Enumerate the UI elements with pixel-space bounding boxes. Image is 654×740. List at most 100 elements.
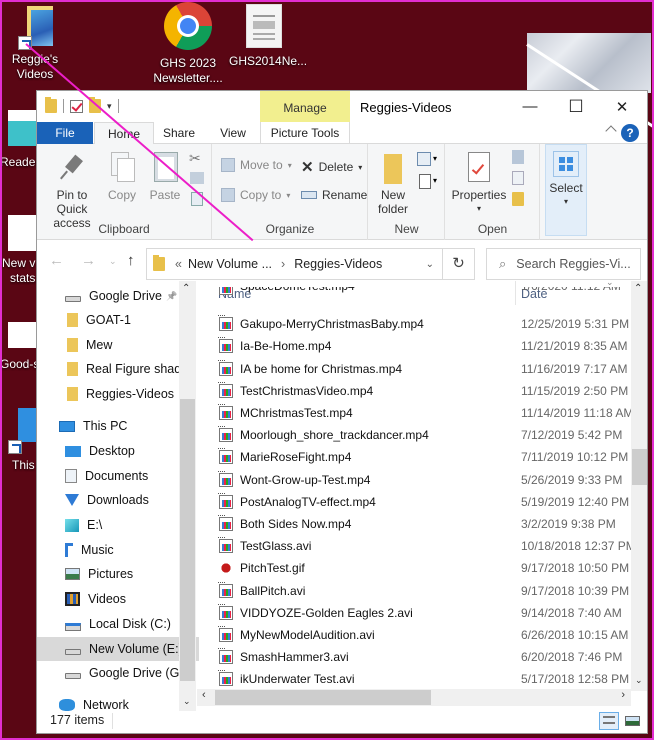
search-box[interactable]: ⌕ Search Reggies-Vi... <box>486 248 641 280</box>
tab-file[interactable]: File <box>37 122 93 144</box>
scroll-left-icon[interactable]: ‹ <box>202 689 206 701</box>
file-row[interactable]: MarieRoseFight.mp4 7/11/2019 10:12 PM <box>209 446 629 468</box>
breadcrumb-separator[interactable]: › <box>281 257 285 271</box>
up-button[interactable]: ↑ <box>127 252 135 269</box>
sidebar-item[interactable]: Local Disk (C:) <box>37 612 199 636</box>
file-row[interactable]: Wont-Grow-up-Test.mp4 5/26/2019 9:33 PM <box>209 469 629 491</box>
sidebar-item[interactable]: Desktop <box>37 439 199 463</box>
sidebar-item[interactable]: Mew <box>37 333 199 357</box>
pin-to-quick-access-button[interactable]: Pin to Quick access <box>41 152 103 230</box>
video-file-icon <box>218 471 233 487</box>
scrollbar-thumb[interactable] <box>632 449 647 485</box>
sidebar-item[interactable]: Pictures <box>37 562 199 586</box>
address-bar[interactable]: « New Volume ... › Reggies-Videos ⌄ <box>146 248 443 280</box>
sidebar-item[interactable]: E:\ <box>37 513 199 537</box>
help-icon[interactable]: ? <box>621 124 639 142</box>
file-row[interactable]: SmashHammer3.avi 6/20/2018 7:46 PM <box>209 646 629 668</box>
maximize-button[interactable]: ☐ <box>553 91 599 122</box>
file-row[interactable]: MyNewModelAudition.avi 6/26/2018 10:15 AM <box>209 624 629 646</box>
sidebar-item[interactable]: Google Drive (G: <box>37 661 199 685</box>
sidebar-item[interactable]: This PC <box>37 414 199 438</box>
move-to-button[interactable]: Move to ▾ <box>221 158 292 172</box>
file-row[interactable]: SpaceDomeTest.mp4 1/6/2020 11:12 AM <box>209 287 629 299</box>
close-button[interactable]: ✕ <box>599 91 645 122</box>
address-dropdown-icon[interactable]: ⌄ <box>426 259 434 270</box>
sidebar-item[interactable]: New Volume (E:) <box>37 637 199 661</box>
file-row[interactable]: PitchTest.gif 9/17/2018 10:50 PM <box>209 557 629 579</box>
scroll-up-icon[interactable]: ⌃ <box>634 283 642 294</box>
tab-picture-tools[interactable]: Picture Tools <box>260 122 350 144</box>
forward-button[interactable]: → <box>81 252 96 269</box>
cut-icon[interactable]: ✂ <box>189 150 201 167</box>
file-row[interactable]: TestChristmasVideo.mp4 11/15/2019 2:50 PM <box>209 380 629 402</box>
file-name: SpaceDomeTest.mp4 <box>240 287 355 293</box>
sidebar-item[interactable]: Documents <box>37 464 199 488</box>
minimize-button[interactable]: — <box>507 91 553 122</box>
file-row[interactable]: Ia-Be-Home.mp4 11/21/2019 8:35 AM <box>209 335 629 357</box>
pin-icon[interactable]: 📌 <box>166 291 177 302</box>
sidebar-item[interactable]: Reggies-Videos <box>37 382 199 406</box>
desktop-thumbnail[interactable] <box>8 215 36 251</box>
new-item-icon[interactable] <box>417 152 431 166</box>
sidebar-item[interactable]: GOAT-1 <box>37 308 199 332</box>
navigation-pane-scrollbar[interactable]: ⌃ ⌄ <box>179 281 196 711</box>
refresh-button[interactable]: ↻ <box>443 248 475 280</box>
copy-to-button[interactable]: Copy to ▾ <box>221 188 290 202</box>
easy-access-icon[interactable] <box>419 174 431 189</box>
back-button[interactable]: ← <box>49 252 64 269</box>
open-icon[interactable] <box>512 150 524 164</box>
scroll-up-icon[interactable]: ⌃ <box>182 283 190 294</box>
properties-quick-icon[interactable] <box>70 99 83 113</box>
delete-button[interactable]: ✕ Delete ▾ <box>301 158 362 176</box>
file-row[interactable]: PostAnalogTV-effect.mp4 5/19/2019 12:40 P… <box>209 491 629 513</box>
sidebar-item[interactable]: Downloads <box>37 488 199 512</box>
breadcrumb-new-volume[interactable]: New Volume ... <box>188 257 272 271</box>
properties-button[interactable]: Properties ▾ <box>450 152 508 216</box>
edit-icon[interactable] <box>512 171 524 185</box>
customize-toolbar-icon[interactable]: ▾ <box>107 101 112 112</box>
file-row[interactable]: Moorlough_shore_trackdancer.mp4 7/12/2019… <box>209 424 629 446</box>
file-list-scrollbar[interactable]: ⌃ ⌄ <box>631 281 647 691</box>
scroll-down-icon[interactable]: ⌄ <box>635 675 643 686</box>
scrollbar-thumb[interactable] <box>215 690 431 705</box>
horizontal-scrollbar[interactable]: ‹ › <box>197 689 631 706</box>
scroll-down-icon[interactable]: ⌄ <box>183 696 191 707</box>
details-view-button[interactable] <box>599 712 619 730</box>
file-row[interactable]: Both Sides Now.mp4 3/2/2019 9:38 PM <box>209 513 629 535</box>
breadcrumb-reggies-videos[interactable]: Reggies-Videos <box>294 257 382 271</box>
desktop-icon-ghs2014[interactable]: GHS2014Ne... <box>229 4 307 69</box>
scroll-right-icon[interactable]: › <box>621 689 625 701</box>
new-folder-button[interactable]: New folder <box>373 152 413 216</box>
tab-manage[interactable]: Manage <box>260 91 350 122</box>
tab-share[interactable]: Share <box>154 122 204 144</box>
collapse-ribbon-icon[interactable] <box>605 125 617 137</box>
file-row[interactable]: BallPitch.avi 9/17/2018 10:39 PM <box>209 580 629 602</box>
recent-locations-button[interactable]: ⌄ <box>109 256 117 267</box>
desktop-thumbnail[interactable] <box>8 110 36 146</box>
file-row[interactable]: VIDDYOZE-Golden Eagles 2.avi 9/14/2018 7:… <box>209 602 629 624</box>
desktop-thumbnail[interactable] <box>8 322 36 348</box>
file-row[interactable]: ikUnderwater Test.avi 5/17/2018 12:58 PM <box>209 668 629 690</box>
desktop-icon-ghs-2023[interactable]: GHS 2023 Newsletter.... <box>153 2 223 86</box>
tab-view[interactable]: View <box>209 122 257 144</box>
copy-button[interactable]: Copy <box>105 152 139 202</box>
file-row[interactable]: MChristmasTest.mp4 11/14/2019 11:18 AM <box>209 402 633 424</box>
large-icons-view-button[interactable] <box>623 712 643 730</box>
breadcrumb-overflow[interactable]: « <box>175 257 182 271</box>
sidebar-item[interactable]: Music <box>37 538 199 562</box>
select-button[interactable]: Select ▾ <box>545 144 587 236</box>
sidebar-item[interactable]: Videos <box>37 587 199 611</box>
file-row[interactable]: IA be home for Christmas.mp4 11/16/2019 7… <box>209 358 629 380</box>
copy-path-icon[interactable] <box>190 172 204 184</box>
file-row[interactable]: Gakupo-MerryChristmasBaby.mp4 12/25/2019 … <box>209 313 629 335</box>
sidebar-item[interactable]: Real Figure shad <box>37 357 199 381</box>
computer-icon[interactable] <box>18 408 36 442</box>
desktop-icon-reggies-videos[interactable]: Reggie's Videos <box>0 6 70 82</box>
scrollbar-thumb[interactable] <box>180 399 195 681</box>
history-icon[interactable] <box>512 192 524 206</box>
sidebar-item[interactable]: Google Drive 📌 <box>37 284 199 308</box>
tab-home[interactable]: Home <box>94 122 154 145</box>
file-row[interactable]: TestGlass.avi 10/18/2018 12:37 PM <box>209 535 633 557</box>
rename-button[interactable]: Rename <box>301 188 367 202</box>
search-input[interactable]: Search Reggies-Vi... <box>516 257 630 271</box>
